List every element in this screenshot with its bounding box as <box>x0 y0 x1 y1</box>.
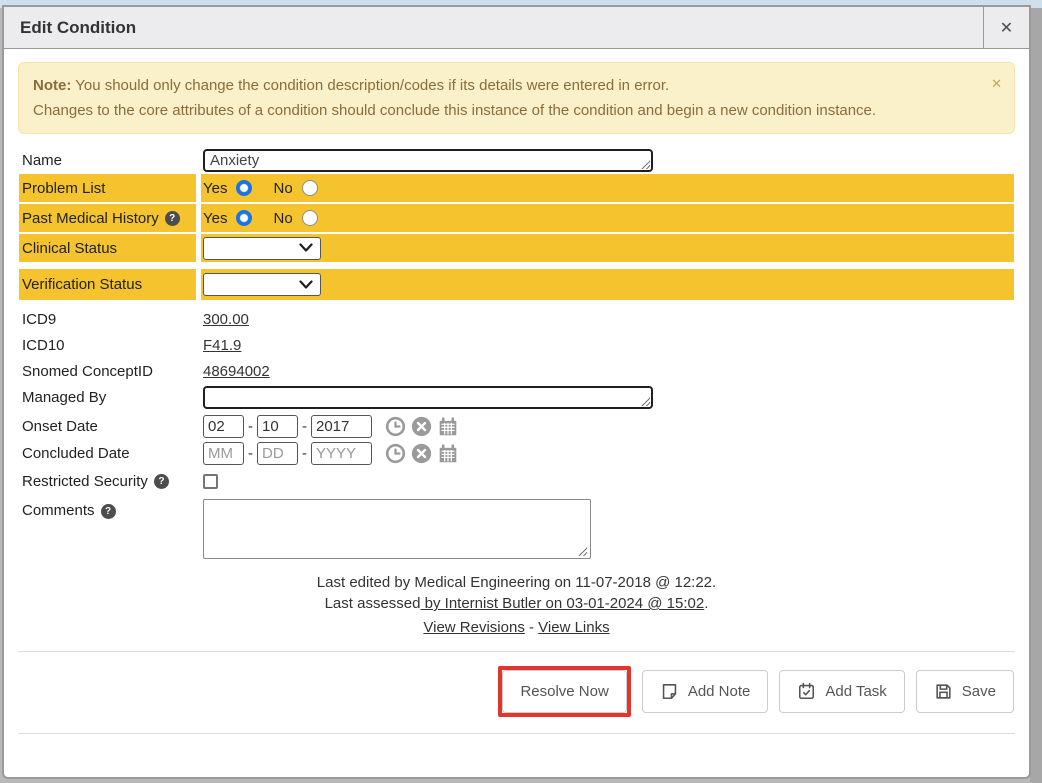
condition-form: Name Problem List Yes No Past <box>4 148 1029 638</box>
warning-prefix: Note: <box>33 77 71 94</box>
restricted-security-row: Restricted Security ? <box>19 469 1014 493</box>
problem-list-label: Problem List <box>19 174 196 202</box>
past-medical-history-label: Past Medical History ? <box>19 204 196 232</box>
icd10-row: ICD10 F41.9 <box>19 333 1014 357</box>
comments-row: Comments ? <box>19 499 1014 563</box>
concluded-date-label: Concluded Date <box>19 441 196 465</box>
last-assessed-link[interactable]: by Internist Butler on 03-01-2024 @ 15:0… <box>420 595 704 612</box>
verification-status-select[interactable] <box>203 273 321 296</box>
onset-date-row: Onset Date - - <box>19 414 1014 438</box>
onset-date-label: Onset Date <box>19 414 196 438</box>
comments-label: Comments ? <box>19 499 196 523</box>
view-revisions-link[interactable]: View Revisions <box>423 619 524 636</box>
resolve-now-button[interactable]: Resolve Now <box>502 670 626 713</box>
name-input[interactable] <box>203 149 653 172</box>
task-calendar-icon <box>797 682 816 701</box>
name-row: Name <box>19 148 1014 172</box>
past-medical-history-row: Past Medical History ? Yes No <box>19 204 1014 232</box>
clinical-status-row: Clinical Status <box>19 234 1014 262</box>
onset-year-input[interactable] <box>311 415 372 438</box>
icd10-label: ICD10 <box>19 333 196 357</box>
concluded-year-input[interactable] <box>311 442 372 465</box>
clinical-status-select[interactable] <box>203 237 321 260</box>
pmh-no-radio[interactable] <box>302 210 318 226</box>
footer-empty-space <box>4 734 1029 779</box>
warning-banner: Note: You should only change the conditi… <box>18 62 1015 134</box>
snomed-label: Snomed ConceptID <box>19 359 196 383</box>
dialog-titlebar: Edit Condition ✕ <box>4 7 1029 49</box>
clock-icon[interactable] <box>385 443 406 464</box>
help-icon[interactable]: ? <box>154 474 169 489</box>
resolve-now-annotation-box: Resolve Now <box>498 666 630 717</box>
close-icon: ✕ <box>1000 18 1013 38</box>
pmh-yes-label: Yes <box>203 210 227 227</box>
help-icon[interactable]: ? <box>165 211 180 226</box>
concluded-month-input[interactable] <box>203 442 244 465</box>
restricted-security-label: Restricted Security ? <box>19 469 196 493</box>
last-assessed-text: Last assessed by Internist Butler on 03-… <box>19 593 1014 614</box>
dialog-title: Edit Condition <box>4 7 983 48</box>
clear-icon[interactable] <box>411 443 432 464</box>
calendar-icon[interactable] <box>437 416 459 437</box>
note-icon <box>660 682 679 701</box>
icd9-row: ICD9 300.00 <box>19 307 1014 331</box>
last-edited-text: Last edited by Medical Engineering on 11… <box>19 572 1014 593</box>
clock-icon[interactable] <box>385 416 406 437</box>
save-icon <box>934 682 953 701</box>
footer-toolbar: Resolve Now Add Note Add Task Save <box>4 652 1029 717</box>
managed-by-label: Managed By <box>19 385 196 409</box>
managed-by-row: Managed By <box>19 385 1014 409</box>
help-icon[interactable]: ? <box>101 504 116 519</box>
icd9-code-link[interactable]: 300.00 <box>203 311 249 328</box>
icd9-label: ICD9 <box>19 307 196 331</box>
onset-month-input[interactable] <box>203 415 244 438</box>
warning-line-2: Changes to the core attributes of a cond… <box>33 98 1000 123</box>
verification-status-row: Verification Status <box>19 269 1014 300</box>
pmh-no-label: No <box>273 210 292 227</box>
add-task-button[interactable]: Add Task <box>779 670 904 713</box>
dialog-close-button[interactable]: ✕ <box>983 7 1029 48</box>
problem-list-yes-label: Yes <box>203 180 227 197</box>
restricted-security-checkbox[interactable] <box>203 474 218 489</box>
audit-info: Last edited by Medical Engineering on 11… <box>19 572 1014 638</box>
concluded-date-row: Concluded Date - - <box>19 441 1014 465</box>
clinical-status-label: Clinical Status <box>19 234 196 262</box>
save-button[interactable]: Save <box>916 670 1014 713</box>
concluded-day-input[interactable] <box>257 442 298 465</box>
warning-line-1: Note: You should only change the conditi… <box>33 73 1000 98</box>
view-links-line: View Revisions - View Links <box>19 617 1014 638</box>
chevron-down-icon <box>299 280 313 290</box>
name-label: Name <box>19 148 196 172</box>
banner-dismiss-icon[interactable]: ✕ <box>991 71 1002 96</box>
verification-status-label: Verification Status <box>19 269 196 300</box>
edit-condition-dialog: Edit Condition ✕ Note: You should only c… <box>2 5 1031 779</box>
chevron-down-icon <box>299 243 313 253</box>
problem-list-row: Problem List Yes No <box>19 174 1014 202</box>
snomed-code-link[interactable]: 48694002 <box>203 363 270 380</box>
problem-list-yes-radio[interactable] <box>236 180 252 196</box>
clear-icon[interactable] <box>411 416 432 437</box>
calendar-icon[interactable] <box>437 443 459 464</box>
pmh-yes-radio[interactable] <box>236 210 252 226</box>
icd10-code-link[interactable]: F41.9 <box>203 337 241 354</box>
view-links-link[interactable]: View Links <box>538 619 609 636</box>
managed-by-input[interactable] <box>203 386 653 409</box>
onset-day-input[interactable] <box>257 415 298 438</box>
snomed-row: Snomed ConceptID 48694002 <box>19 359 1014 383</box>
add-note-button[interactable]: Add Note <box>642 670 769 713</box>
page-background-right <box>1030 8 1042 783</box>
problem-list-no-label: No <box>273 180 292 197</box>
comments-textarea[interactable] <box>203 499 591 559</box>
problem-list-no-radio[interactable] <box>302 180 318 196</box>
